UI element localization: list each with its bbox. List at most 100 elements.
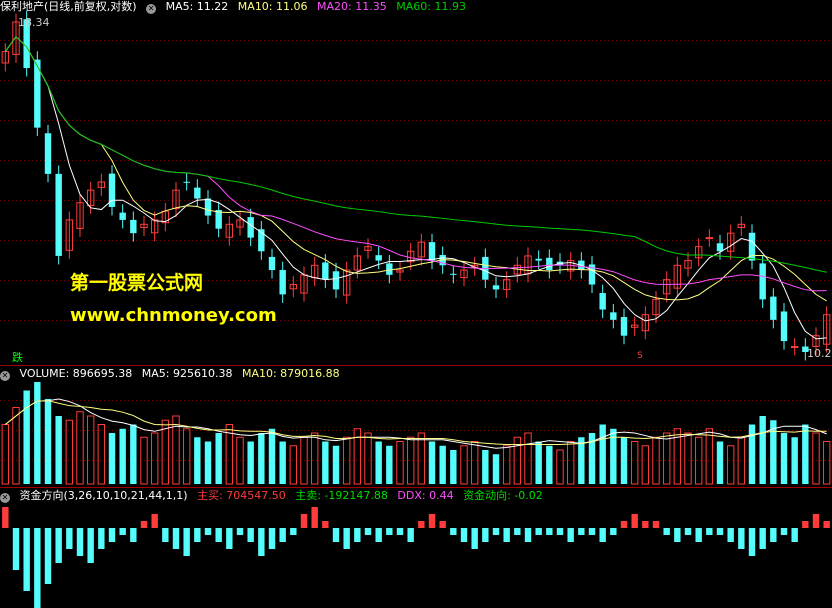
fund-flow-bar [130,528,137,542]
fund-flow-bar [663,528,670,535]
volume-bar [726,445,735,485]
volume-bar [439,445,446,484]
candle-body [780,311,788,342]
volume-bar [55,416,62,484]
main-buy-label: 主买: 704547.50 [197,489,286,502]
volume-bar [76,411,84,485]
candle-body [535,258,542,261]
fund-flow-bar [674,528,681,542]
fund-flow-bar [236,528,244,535]
ddx-label: DDX: 0.44 [397,489,454,502]
fund-flow-bar [631,514,638,528]
sell-signal-mark: S [637,351,643,361]
volume-bar [428,441,436,484]
stock-title[interactable]: 保利地产(日线,前复权,对数) [0,0,137,13]
fund-flow-bar [716,528,724,535]
fund-flow-bar [770,528,777,542]
fund-flow-bar [226,528,233,549]
fund-flow-bar [578,528,585,535]
volume-bar [12,407,20,485]
volume-bar [450,450,457,484]
volume-bar [684,432,692,485]
volume-bar [247,441,254,484]
fund-flow-bar [183,528,190,556]
volume-bar [417,432,426,485]
settings-icon[interactable]: ✕ [146,4,157,14]
fund-flow-bar [812,514,820,528]
ma10-label: MA10: 11.06 [237,0,308,13]
fund-flow-bar [503,528,510,542]
fund-flow-bar [300,514,308,528]
fund-flow-bar [332,528,340,542]
fund-flow-bar [140,521,148,528]
fund-flow-bar [258,528,265,556]
volume-bar [524,432,532,485]
volume-bar [268,428,276,484]
fund-flow-bar [23,528,30,591]
volume-bar [780,433,788,484]
fund-flow-bar [738,528,745,549]
volume-bar [364,432,372,485]
fund-flow-bar [802,521,809,528]
volume-bar [641,445,650,485]
candle-body [620,317,628,336]
volume-bar [375,441,382,484]
high-price-label: 18.34 [18,16,50,29]
ma10-line [4,35,827,302]
fund-flow-bar [290,528,297,535]
candle-body [44,133,52,174]
candle-body [279,270,286,295]
fund-flow-bar [343,528,350,549]
volume-bar [502,445,511,485]
fund-flow-bar [418,521,425,528]
volume-bar [492,454,500,484]
fund-flow-bar [450,528,457,535]
fund-flow-bar [396,528,404,535]
fund-flow-bar [55,528,62,563]
fund-flow-bar [546,528,553,535]
volume-bar [460,445,468,485]
fund-flow-label: 资金动向: -0.02 [463,489,543,502]
volume-bar [482,450,489,484]
candle-body [599,293,606,310]
volume-bar [386,445,393,484]
fund-flow-bar [610,528,617,535]
fund-flow-bar [524,528,532,542]
settings-icon[interactable]: ✕ [0,493,10,503]
settings-icon[interactable]: ✕ [0,371,10,381]
volume-bar [150,432,159,485]
watermark-url: www.chnmoney.com [70,305,277,326]
fund-flow-bar [66,528,73,549]
volume-bar [86,415,95,485]
volume-bar [812,432,820,485]
fund-flow-bar [695,528,702,542]
fund-flow-bar [268,528,276,549]
candle-body [790,346,799,349]
candle-body [322,262,329,280]
volume-bar [662,432,671,485]
volume-bar [578,437,585,484]
fund-flow-bar [375,528,382,542]
ma20-label: MA20: 11.35 [317,0,387,13]
fund-flow-bar [172,528,180,549]
volume-bar [204,441,212,484]
fund-flow-bar [823,521,830,528]
ma60-label: MA60: 11.93 [396,0,466,13]
candle-body [428,242,436,261]
volume-bar [322,441,329,484]
fund-flow-bar [588,528,596,535]
watermark-title: 第一股票公式网 [70,272,204,294]
fund-flow-bar [12,528,20,570]
volume-bar [194,437,201,484]
fund-flow-bar [162,528,169,542]
volume-bar [119,428,126,484]
volume-panel-header: ✕ VOLUME: 896695.38 MA5: 925610.38 MA10:… [0,367,346,381]
volume-bar [44,399,52,484]
candle-body [194,187,201,199]
down-signal-label: 跌 [12,351,23,364]
volume-label: VOLUME: 896695.38 [19,367,133,380]
fund-flow-bar [706,528,713,535]
candle-body [705,237,714,240]
volume-bar [130,424,137,484]
fund-flow-bar [652,521,660,528]
